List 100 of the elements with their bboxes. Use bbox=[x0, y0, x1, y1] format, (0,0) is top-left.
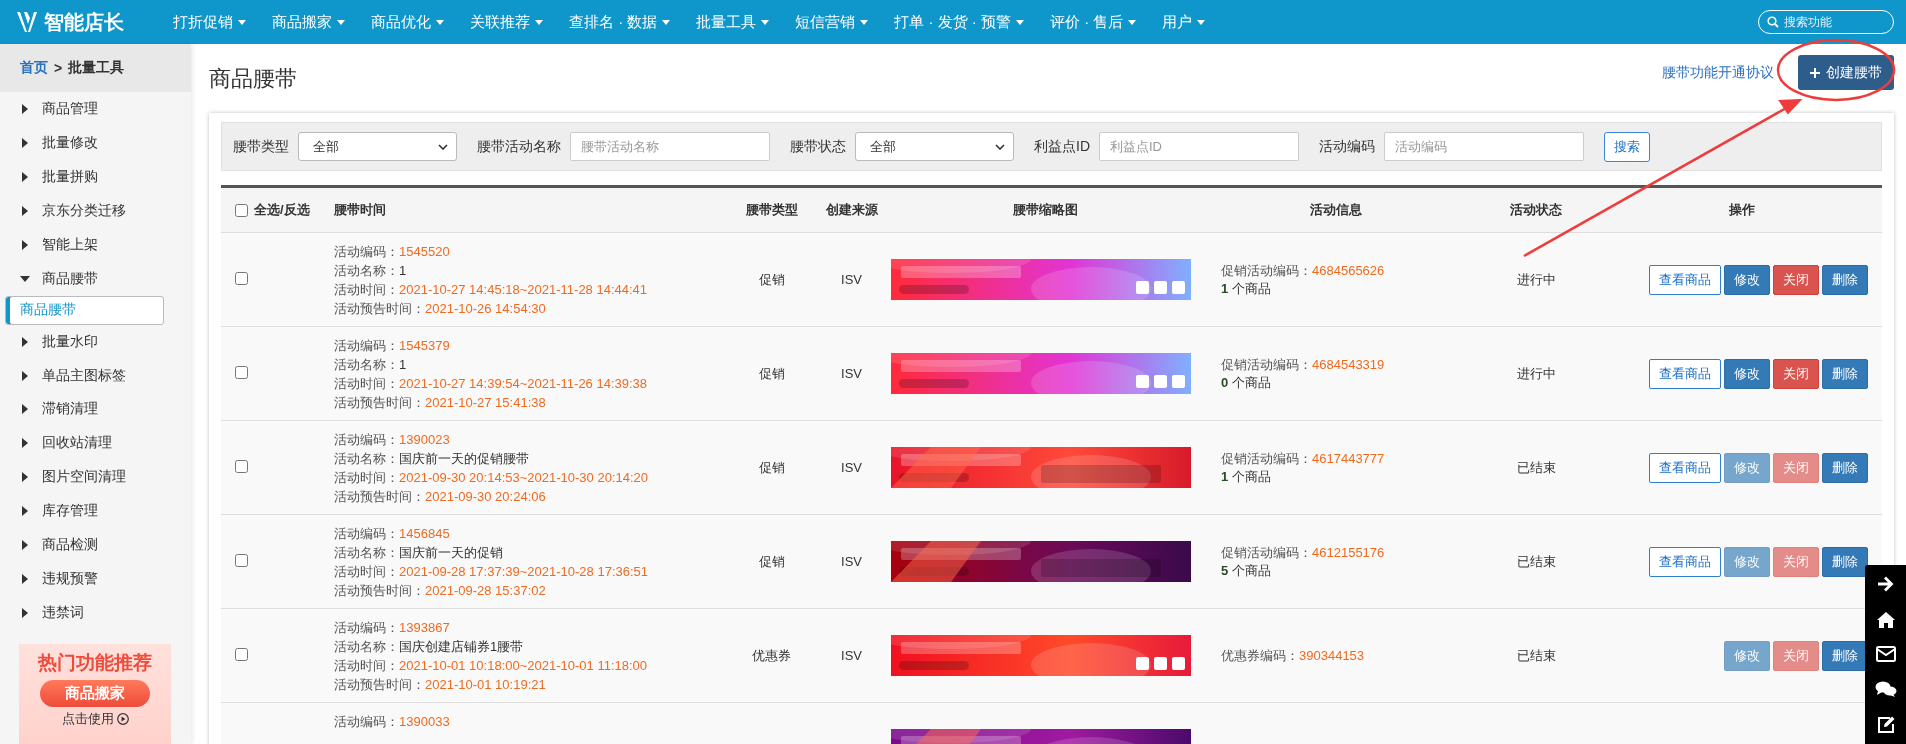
row-checkbox[interactable] bbox=[235, 271, 248, 285]
action-button[interactable]: 删除 bbox=[1822, 452, 1868, 483]
row-checkbox[interactable] bbox=[235, 647, 248, 661]
field-label: 活动名称： bbox=[334, 639, 399, 654]
home-icon[interactable] bbox=[1875, 611, 1896, 630]
sidebar-item[interactable]: 商品检测 bbox=[0, 528, 191, 563]
action-button[interactable]: 删除 bbox=[1822, 546, 1868, 577]
action-button[interactable]: 修改 bbox=[1724, 358, 1770, 389]
sidebar-item[interactable]: 商品管理 bbox=[0, 91, 191, 126]
sidebar-item[interactable]: 智能上架 bbox=[0, 227, 191, 262]
breadcrumb-link[interactable]: 首页 bbox=[20, 58, 48, 77]
row-checkbox[interactable] bbox=[235, 459, 248, 473]
dropdown-field[interactable]: 全部 bbox=[855, 132, 1014, 161]
action-button[interactable]: 关闭 bbox=[1773, 358, 1819, 389]
field-label: 优惠券编码： bbox=[1221, 648, 1299, 663]
sidebar-item[interactable]: 滞销清理 bbox=[0, 392, 191, 427]
table-cell: ISV bbox=[841, 648, 862, 663]
nav-menu-item[interactable]: 商品优化 bbox=[358, 12, 457, 32]
action-button[interactable]: 删除 bbox=[1822, 358, 1868, 389]
promo-button[interactable]: 商品搬家 bbox=[40, 680, 150, 708]
nav-menu-item[interactable]: 批量工具 bbox=[683, 12, 783, 32]
caret-icon bbox=[761, 19, 770, 25]
nav-menu-item[interactable]: 短信营销 bbox=[782, 12, 882, 32]
field-value: 国庆前一天的促销腰带 bbox=[399, 451, 529, 466]
caret-icon bbox=[662, 19, 671, 25]
sidebar-item[interactable]: 批量拼购 bbox=[0, 159, 191, 194]
caret-icon bbox=[1128, 19, 1137, 25]
promo-link[interactable]: 点击使用 bbox=[61, 710, 129, 729]
caret-icon bbox=[860, 19, 869, 25]
mail-icon[interactable] bbox=[1875, 646, 1896, 663]
table-cell: ISV bbox=[841, 366, 862, 381]
select-all-checkbox[interactable] bbox=[235, 203, 248, 217]
nav-menu-item[interactable]: 查排名 · 数据 bbox=[556, 12, 684, 32]
nav-menu-item[interactable]: 打单 · 发货 · 预警 bbox=[881, 12, 1037, 32]
caret-right-icon bbox=[20, 171, 30, 182]
sidebar-item[interactable]: 京东分类迁移 bbox=[0, 193, 191, 228]
sidebar-subitem[interactable]: 商品腰带 bbox=[5, 295, 164, 325]
search-button[interactable]: 搜索 bbox=[1604, 131, 1650, 162]
status-text: 进行中 bbox=[1516, 365, 1556, 381]
table-cell: ISV bbox=[841, 272, 862, 287]
search-field[interactable]: 搜索功能 bbox=[1758, 10, 1894, 34]
field-label: 活动编码： bbox=[334, 338, 399, 353]
nav-menu-item[interactable]: 打折促销 bbox=[160, 12, 259, 32]
create-button[interactable]: 创建腰带 bbox=[1798, 55, 1894, 90]
field-label: 活动时间： bbox=[334, 658, 399, 673]
field-label: 促销活动编码： bbox=[1221, 545, 1312, 560]
field-label: 活动编码： bbox=[334, 526, 399, 541]
field-label: 活动名称： bbox=[334, 545, 399, 560]
field-label: 活动预告时间： bbox=[334, 395, 425, 410]
field-label: 活动时间： bbox=[334, 564, 399, 579]
field-label: 活动名称： bbox=[334, 357, 399, 372]
input-field[interactable]: 利益点ID bbox=[1099, 132, 1299, 161]
caret-right-icon bbox=[20, 205, 30, 216]
field-value: 1390033 bbox=[399, 714, 450, 729]
sidebar-item[interactable]: 商品腰带 bbox=[0, 261, 191, 296]
caret-icon bbox=[238, 19, 246, 25]
table-cell: 优惠券 bbox=[752, 647, 791, 663]
action-button[interactable]: 修改 bbox=[1724, 264, 1770, 295]
table-cell: ISV bbox=[841, 554, 862, 569]
action-button[interactable]: 查看商品 bbox=[1649, 452, 1721, 483]
field-value: 2021-10-26 14:54:30 bbox=[425, 301, 546, 316]
table-cell: 促销 bbox=[758, 553, 785, 569]
action-button[interactable]: 查看商品 bbox=[1649, 358, 1721, 389]
caret-right-icon bbox=[20, 506, 30, 517]
nav-menu-item[interactable]: 商品搬家 bbox=[259, 12, 358, 32]
row-checkbox[interactable] bbox=[235, 365, 248, 379]
app-logo-text: 智能店长 bbox=[44, 9, 124, 35]
nav-menu-item[interactable]: 评价 · 售后 bbox=[1037, 12, 1150, 32]
row-checkbox[interactable] bbox=[235, 553, 248, 567]
edit-icon[interactable] bbox=[1875, 715, 1896, 736]
caret-icon bbox=[337, 19, 345, 25]
sidebar-item[interactable]: 批量水印 bbox=[0, 324, 191, 359]
field-value: 2021-10-01 10:19:21 bbox=[425, 677, 546, 692]
field-value: 4612155176 bbox=[1312, 545, 1385, 560]
sidebar-item[interactable]: 图片空间清理 bbox=[0, 460, 191, 495]
page-title: 商品腰带 bbox=[209, 64, 297, 93]
input-field[interactable]: 腰带活动名称 bbox=[570, 132, 770, 161]
action-button[interactable]: 删除 bbox=[1822, 264, 1868, 295]
nav-menu-item[interactable]: 用户 bbox=[1149, 12, 1219, 32]
sidebar-item[interactable]: 回收站清理 bbox=[0, 426, 191, 461]
play-icon bbox=[116, 713, 129, 726]
agreement-link[interactable]: 腰带功能开通协议 bbox=[1662, 63, 1774, 82]
field-value: 2021-09-28 15:37:02 bbox=[425, 583, 546, 598]
action-button[interactable]: 查看商品 bbox=[1649, 264, 1721, 295]
chat-icon[interactable] bbox=[1874, 679, 1897, 698]
action-button[interactable]: 关闭 bbox=[1773, 264, 1819, 295]
sidebar-item[interactable]: 批量修改 bbox=[0, 125, 191, 160]
action-button[interactable]: 查看商品 bbox=[1649, 546, 1721, 577]
sidebar-item[interactable]: 违禁词 bbox=[0, 596, 191, 631]
caret-right-icon bbox=[20, 137, 30, 148]
nav-menu-item[interactable]: 关联推荐 bbox=[457, 12, 556, 32]
input-field[interactable]: 活动编码 bbox=[1384, 132, 1584, 161]
dropdown-field[interactable]: 全部 bbox=[298, 132, 457, 161]
field-value: 390344153 bbox=[1299, 648, 1365, 663]
sidebar-item[interactable]: 库存管理 bbox=[0, 494, 191, 529]
caret-icon bbox=[436, 19, 444, 25]
sidebar-item[interactable]: 违规预警 bbox=[0, 562, 191, 597]
sidebar-item[interactable]: 单品主图标签 bbox=[0, 358, 191, 393]
field-value: 国庆前一天的促销 bbox=[399, 545, 503, 560]
action-button[interactable]: 删除 bbox=[1822, 640, 1868, 671]
